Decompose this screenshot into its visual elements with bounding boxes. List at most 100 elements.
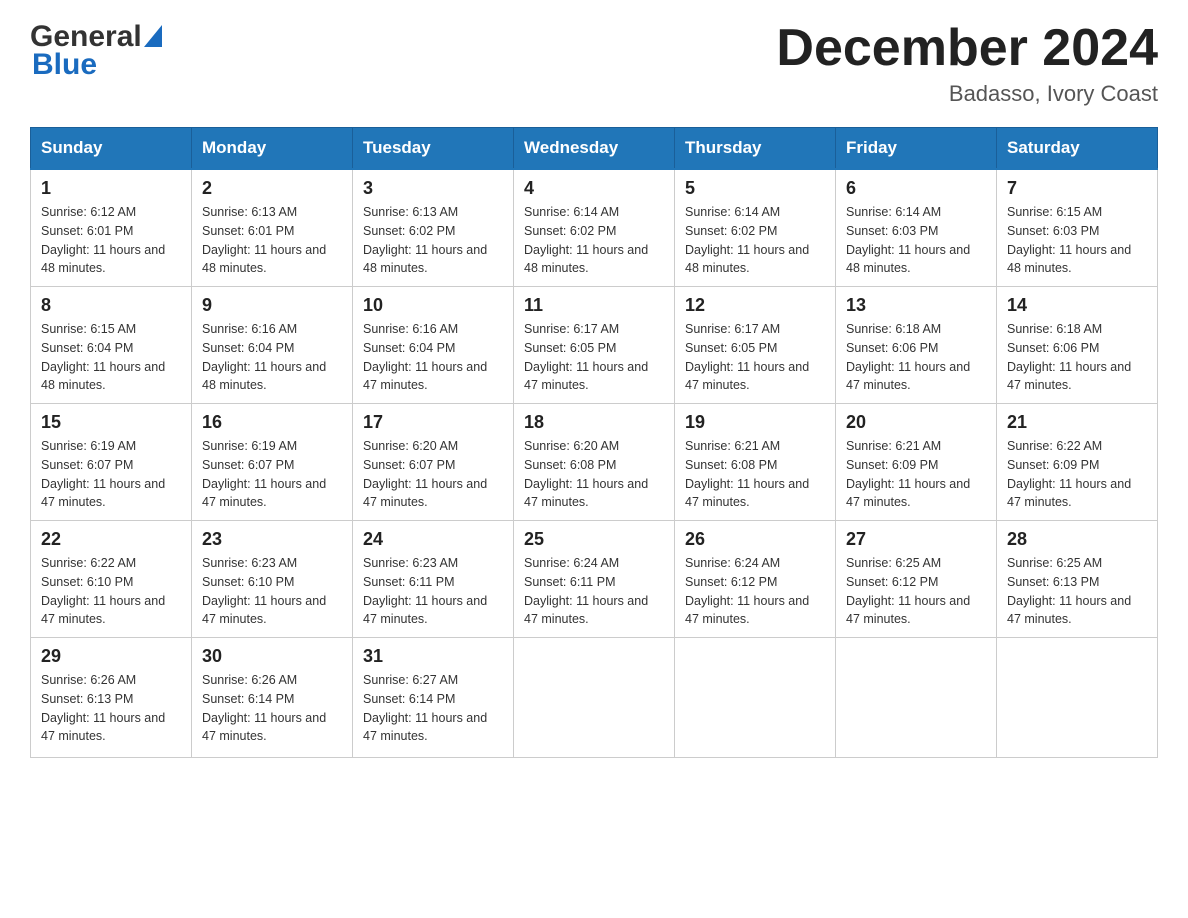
day-number: 9	[202, 295, 342, 316]
day-sun-info: Sunrise: 6:27 AMSunset: 6:14 PMDaylight:…	[363, 671, 503, 746]
logo-triangle-icon	[144, 25, 162, 47]
day-sun-info: Sunrise: 6:12 AMSunset: 6:01 PMDaylight:…	[41, 203, 181, 278]
day-sun-info: Sunrise: 6:26 AMSunset: 6:13 PMDaylight:…	[41, 671, 181, 746]
day-sun-info: Sunrise: 6:17 AMSunset: 6:05 PMDaylight:…	[524, 320, 664, 395]
calendar-empty-cell	[997, 638, 1158, 758]
day-number: 23	[202, 529, 342, 550]
calendar-day-cell-3: 3 Sunrise: 6:13 AMSunset: 6:02 PMDaylight…	[353, 169, 514, 287]
day-sun-info: Sunrise: 6:14 AMSunset: 6:03 PMDaylight:…	[846, 203, 986, 278]
calendar-day-header-sunday: Sunday	[31, 128, 192, 170]
calendar-day-cell-29: 29 Sunrise: 6:26 AMSunset: 6:13 PMDayligh…	[31, 638, 192, 758]
day-sun-info: Sunrise: 6:18 AMSunset: 6:06 PMDaylight:…	[846, 320, 986, 395]
day-number: 4	[524, 178, 664, 199]
calendar-day-cell-23: 23 Sunrise: 6:23 AMSunset: 6:10 PMDayligh…	[192, 521, 353, 638]
calendar-day-cell-28: 28Sunrise: 6:25 AMSunset: 6:13 PMDayligh…	[997, 521, 1158, 638]
calendar-day-cell-27: 27Sunrise: 6:25 AMSunset: 6:12 PMDayligh…	[836, 521, 997, 638]
calendar-day-cell-8: 8 Sunrise: 6:15 AMSunset: 6:04 PMDaylight…	[31, 287, 192, 404]
day-number: 28	[1007, 529, 1147, 550]
day-sun-info: Sunrise: 6:20 AMSunset: 6:07 PMDaylight:…	[363, 437, 503, 512]
calendar-day-cell-14: 14 Sunrise: 6:18 AMSunset: 6:06 PMDayligh…	[997, 287, 1158, 404]
day-number: 20	[846, 412, 986, 433]
day-number: 7	[1007, 178, 1147, 199]
day-number: 5	[685, 178, 825, 199]
month-title: December 2024	[776, 20, 1158, 77]
day-number: 12	[685, 295, 825, 316]
calendar-day-header-monday: Monday	[192, 128, 353, 170]
calendar-day-header-wednesday: Wednesday	[514, 128, 675, 170]
day-sun-info: Sunrise: 6:20 AMSunset: 6:08 PMDaylight:…	[524, 437, 664, 512]
calendar-day-cell-25: 25 Sunrise: 6:24 AMSunset: 6:11 PMDayligh…	[514, 521, 675, 638]
day-sun-info: Sunrise: 6:14 AMSunset: 6:02 PMDaylight:…	[524, 203, 664, 278]
logo: General Blue	[30, 20, 164, 82]
calendar-day-cell-13: 13 Sunrise: 6:18 AMSunset: 6:06 PMDayligh…	[836, 287, 997, 404]
day-sun-info: Sunrise: 6:16 AMSunset: 6:04 PMDaylight:…	[363, 320, 503, 395]
calendar-day-cell-1: 1 Sunrise: 6:12 AMSunset: 6:01 PMDaylight…	[31, 169, 192, 287]
calendar-empty-cell	[514, 638, 675, 758]
calendar-day-cell-7: 7 Sunrise: 6:15 AMSunset: 6:03 PMDaylight…	[997, 169, 1158, 287]
day-sun-info: Sunrise: 6:15 AMSunset: 6:04 PMDaylight:…	[41, 320, 181, 395]
day-sun-info: Sunrise: 6:21 AMSunset: 6:08 PMDaylight:…	[685, 437, 825, 512]
calendar-day-cell-12: 12Sunrise: 6:17 AMSunset: 6:05 PMDayligh…	[675, 287, 836, 404]
day-number: 16	[202, 412, 342, 433]
calendar-day-cell-6: 6 Sunrise: 6:14 AMSunset: 6:03 PMDaylight…	[836, 169, 997, 287]
day-sun-info: Sunrise: 6:13 AMSunset: 6:01 PMDaylight:…	[202, 203, 342, 278]
day-sun-info: Sunrise: 6:22 AMSunset: 6:09 PMDaylight:…	[1007, 437, 1147, 512]
day-number: 14	[1007, 295, 1147, 316]
day-sun-info: Sunrise: 6:14 AMSunset: 6:02 PMDaylight:…	[685, 203, 825, 278]
day-sun-info: Sunrise: 6:24 AMSunset: 6:12 PMDaylight:…	[685, 554, 825, 629]
day-number: 17	[363, 412, 503, 433]
day-number: 22	[41, 529, 181, 550]
day-sun-info: Sunrise: 6:18 AMSunset: 6:06 PMDaylight:…	[1007, 320, 1147, 395]
day-number: 3	[363, 178, 503, 199]
day-number: 18	[524, 412, 664, 433]
calendar-day-cell-17: 17 Sunrise: 6:20 AMSunset: 6:07 PMDayligh…	[353, 404, 514, 521]
calendar-day-cell-20: 20 Sunrise: 6:21 AMSunset: 6:09 PMDayligh…	[836, 404, 997, 521]
calendar-day-header-saturday: Saturday	[997, 128, 1158, 170]
day-number: 19	[685, 412, 825, 433]
day-number: 27	[846, 529, 986, 550]
title-area: December 2024 Badasso, Ivory Coast	[776, 20, 1158, 107]
day-sun-info: Sunrise: 6:26 AMSunset: 6:14 PMDaylight:…	[202, 671, 342, 746]
calendar-day-cell-24: 24Sunrise: 6:23 AMSunset: 6:11 PMDayligh…	[353, 521, 514, 638]
calendar-day-header-tuesday: Tuesday	[353, 128, 514, 170]
day-sun-info: Sunrise: 6:22 AMSunset: 6:10 PMDaylight:…	[41, 554, 181, 629]
calendar-week-row: 15Sunrise: 6:19 AMSunset: 6:07 PMDayligh…	[31, 404, 1158, 521]
day-number: 30	[202, 646, 342, 667]
day-number: 11	[524, 295, 664, 316]
calendar-empty-cell	[836, 638, 997, 758]
day-sun-info: Sunrise: 6:21 AMSunset: 6:09 PMDaylight:…	[846, 437, 986, 512]
calendar-day-cell-22: 22 Sunrise: 6:22 AMSunset: 6:10 PMDayligh…	[31, 521, 192, 638]
calendar-day-header-thursday: Thursday	[675, 128, 836, 170]
day-number: 13	[846, 295, 986, 316]
day-number: 8	[41, 295, 181, 316]
page-header: General Blue December 2024 Badasso, Ivor…	[30, 20, 1158, 107]
calendar-week-row: 1 Sunrise: 6:12 AMSunset: 6:01 PMDaylight…	[31, 169, 1158, 287]
day-number: 1	[41, 178, 181, 199]
day-sun-info: Sunrise: 6:15 AMSunset: 6:03 PMDaylight:…	[1007, 203, 1147, 278]
calendar-day-cell-26: 26Sunrise: 6:24 AMSunset: 6:12 PMDayligh…	[675, 521, 836, 638]
calendar-header-row: SundayMondayTuesdayWednesdayThursdayFrid…	[31, 128, 1158, 170]
day-number: 2	[202, 178, 342, 199]
calendar-day-cell-18: 18 Sunrise: 6:20 AMSunset: 6:08 PMDayligh…	[514, 404, 675, 521]
calendar-week-row: 8 Sunrise: 6:15 AMSunset: 6:04 PMDaylight…	[31, 287, 1158, 404]
day-sun-info: Sunrise: 6:23 AMSunset: 6:10 PMDaylight:…	[202, 554, 342, 629]
calendar-day-header-friday: Friday	[836, 128, 997, 170]
calendar-day-cell-16: 16 Sunrise: 6:19 AMSunset: 6:07 PMDayligh…	[192, 404, 353, 521]
day-number: 6	[846, 178, 986, 199]
calendar-day-cell-2: 2 Sunrise: 6:13 AMSunset: 6:01 PMDaylight…	[192, 169, 353, 287]
day-number: 25	[524, 529, 664, 550]
calendar-day-cell-5: 5 Sunrise: 6:14 AMSunset: 6:02 PMDaylight…	[675, 169, 836, 287]
calendar-week-row: 29 Sunrise: 6:26 AMSunset: 6:13 PMDayligh…	[31, 638, 1158, 758]
day-number: 29	[41, 646, 181, 667]
day-number: 21	[1007, 412, 1147, 433]
calendar-day-cell-19: 19 Sunrise: 6:21 AMSunset: 6:08 PMDayligh…	[675, 404, 836, 521]
calendar-day-cell-11: 11 Sunrise: 6:17 AMSunset: 6:05 PMDayligh…	[514, 287, 675, 404]
calendar-day-cell-10: 10Sunrise: 6:16 AMSunset: 6:04 PMDayligh…	[353, 287, 514, 404]
day-number: 31	[363, 646, 503, 667]
day-number: 24	[363, 529, 503, 550]
day-sun-info: Sunrise: 6:13 AMSunset: 6:02 PMDaylight:…	[363, 203, 503, 278]
calendar-empty-cell	[675, 638, 836, 758]
calendar-day-cell-21: 21 Sunrise: 6:22 AMSunset: 6:09 PMDayligh…	[997, 404, 1158, 521]
day-sun-info: Sunrise: 6:19 AMSunset: 6:07 PMDaylight:…	[202, 437, 342, 512]
day-sun-info: Sunrise: 6:24 AMSunset: 6:11 PMDaylight:…	[524, 554, 664, 629]
